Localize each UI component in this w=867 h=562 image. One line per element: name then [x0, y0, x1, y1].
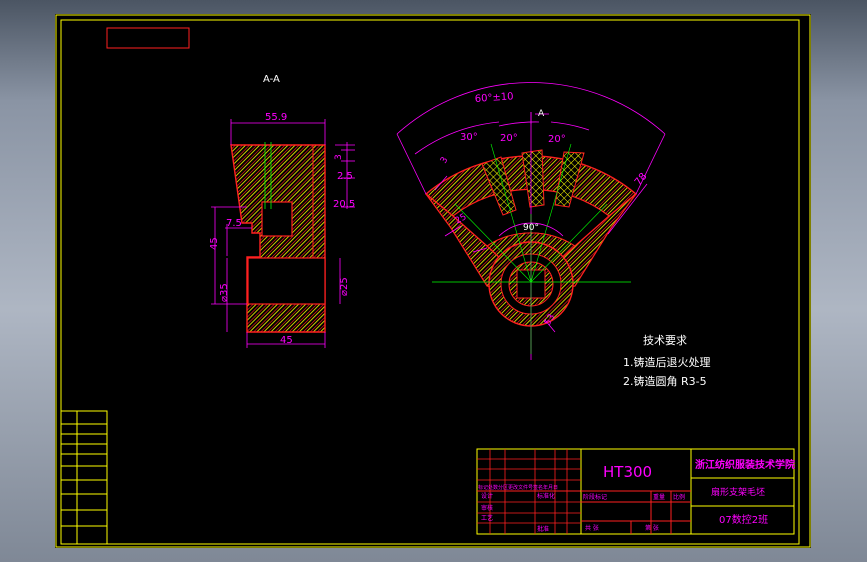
dim-angle-90: 90° [523, 223, 539, 233]
section-view [230, 142, 326, 333]
cad-drawing: A-A 55.9 3 2.5 20.5 7.5 45 ⌀35 ⌀25 45 60… [55, 14, 811, 548]
class-name: 07数控2班 [719, 513, 768, 526]
view-marker-a: A [538, 109, 545, 119]
tb-row-process: 工艺 [481, 514, 493, 522]
dim-r-3: 3 [439, 156, 451, 166]
drawing-sheet: A-A 55.9 3 2.5 20.5 7.5 45 ⌀35 ⌀25 45 60… [55, 14, 811, 548]
dim-45-vertical: 45 [209, 237, 220, 250]
dim-phi-25: ⌀25 [339, 277, 350, 296]
tb-row-standard: 标准化 [537, 492, 555, 500]
dim-r-78: 78 [633, 171, 650, 188]
tb-row-design: 设计 [481, 492, 493, 500]
material: HT300 [603, 463, 652, 481]
notes-line-2: 2.铸造圆角 R3-5 [623, 374, 707, 388]
section-label: A-A [263, 74, 280, 85]
tb-cell-stage: 阶段标记 [583, 493, 607, 501]
tb-cell-weight: 重量 [653, 493, 665, 501]
dim-width-top: 55.9 [265, 112, 287, 123]
dim-3: 3 [334, 154, 344, 160]
dim-angle-20b: 20° [548, 134, 566, 145]
school-name: 浙江纺织服装技术学院 [695, 458, 795, 471]
dim-7-5: 7.5 [226, 218, 242, 229]
notes-title: 技术要求 [643, 334, 687, 347]
dim-phi-d: ⌀35 [219, 283, 230, 302]
tb-cell-scale: 比例 [673, 493, 685, 501]
tb-row-header: 标记处数分区更改文件号签名年月日 [478, 484, 558, 491]
tb-row-review: 审核 [481, 504, 493, 512]
part-name: 扇形支架毛坯 [711, 486, 765, 498]
code-box [106, 27, 190, 49]
tb-row-approve: 批准 [537, 525, 549, 533]
notes-line-1: 1.铸造后退火处理 [623, 355, 711, 369]
dim-angle-30: 30° [460, 132, 478, 143]
dim-angle-20a: 20° [500, 133, 518, 144]
dim-20-5: 20.5 [333, 199, 355, 210]
tb-cell-sheet: 第 张 [645, 524, 659, 532]
tb-cell-total: 共 张 [585, 524, 599, 532]
dim-45-horizontal: 45 [280, 335, 293, 346]
dim-2-5: 2.5 [337, 171, 353, 182]
dim-arc-60: 60°±10 [474, 91, 514, 105]
left-strip [60, 410, 108, 545]
fan-view [424, 112, 638, 360]
inner-frame [60, 19, 800, 545]
